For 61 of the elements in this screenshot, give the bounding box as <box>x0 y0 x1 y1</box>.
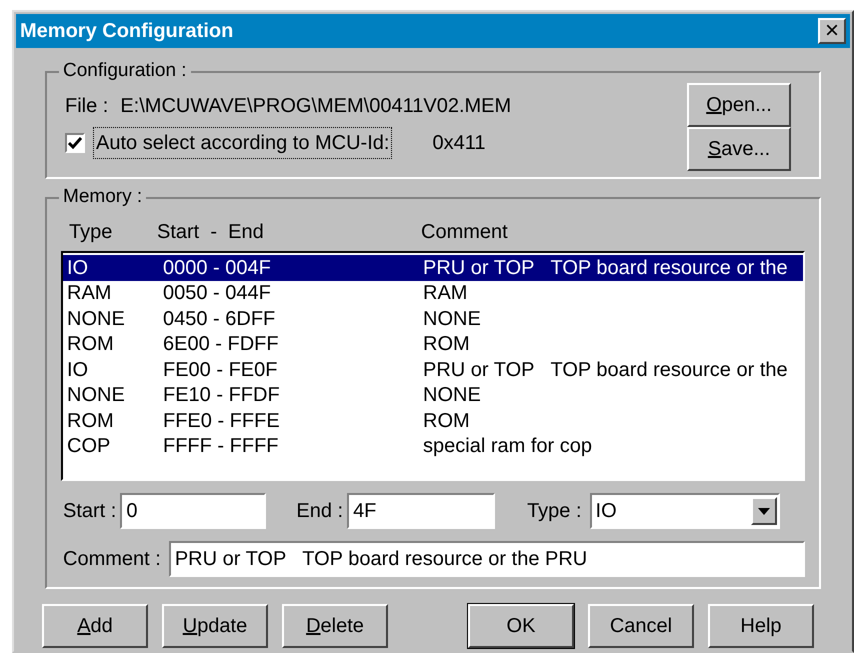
column-header: Type <box>68 220 114 245</box>
checkbox[interactable] <box>65 133 85 153</box>
check-icon <box>68 137 82 149</box>
comment-label: Comment : <box>62 547 161 572</box>
checkbox-label[interactable]: Auto select according to MCU-Id: <box>93 127 392 159</box>
type-cell-text: NONE <box>66 306 126 332</box>
comment-cell-text: PRU or TOP TOP board resource or the <box>423 256 788 281</box>
comment-cell-text: RAM <box>423 281 468 306</box>
range-cell-text: 0050 - 044F <box>163 281 272 306</box>
memory-row[interactable]: IO FE00 - FE0F PRU or TOP TOP board resource or the <box>63 357 803 382</box>
dialog-button[interactable]: Update <box>162 604 268 648</box>
dialog-button[interactable]: Save... <box>687 127 791 171</box>
range-cell-text: 0450 - 6DFF <box>163 306 276 332</box>
column-header: Comment <box>421 220 508 245</box>
memory-row[interactable]: RAM 0050 - 044F RAM <box>63 280 803 306</box>
memory-row[interactable]: ROM FFE0 - FFFE ROM <box>63 408 803 434</box>
close-button[interactable]: × <box>818 18 846 44</box>
range-cell-text: FFFF - FFFF <box>163 434 280 460</box>
start-field[interactable]: 0 <box>120 493 266 529</box>
type-cell-text: IO <box>66 256 90 281</box>
window-title: Memory Configuration <box>20 19 234 44</box>
type-cell-text: NONE <box>66 383 126 408</box>
memory-row[interactable]: ROM 6E00 - FDFF ROM <box>63 332 803 357</box>
comment-cell-text: ROM <box>423 408 470 434</box>
comment-cell-text: PRU or TOP TOP board resource or the <box>423 358 788 383</box>
type-cell-text: IO <box>66 358 90 383</box>
dialog-button[interactable]: Add <box>42 604 148 648</box>
memory-row[interactable]: NONE 0450 - 6DFF NONE <box>63 306 803 332</box>
comment-cell-text: NONE <box>423 306 481 332</box>
range-cell-text: 0000 - 004F <box>163 256 272 281</box>
comment-cell-text: ROM <box>423 332 470 358</box>
dialog-button[interactable]: OK <box>468 604 574 648</box>
column-header: Start - End <box>157 220 265 245</box>
mcu-id-value: 0x411 <box>432 131 486 156</box>
type-dropdown[interactable]: IO <box>590 493 780 529</box>
start-label: Start : <box>62 499 116 524</box>
dropdown-arrow-icon <box>758 508 770 514</box>
type-cell-text: ROM <box>66 408 115 434</box>
type-label: Type : <box>527 499 582 524</box>
type-cell-text: ROM <box>66 332 115 358</box>
comment-field[interactable]: PRU or TOP TOP board resource or the PRU <box>168 541 805 577</box>
dialog-button[interactable]: Open... <box>687 83 791 127</box>
memory-row[interactable]: IO 0000 - 004F PRU or TOP TOP board resource or the <box>63 255 803 280</box>
file-path: E:\MCUWAVE\PROG\MEM\00411V02.MEM <box>120 94 512 119</box>
end-field[interactable]: 4F <box>347 493 496 529</box>
file-label: File : <box>65 94 108 119</box>
end-label: End : <box>296 499 344 524</box>
group-legend: Configuration : <box>59 59 191 83</box>
comment-cell-text: NONE <box>423 383 481 408</box>
range-cell-text: FE10 - FFDF <box>163 383 281 408</box>
range-cell-text: FFE0 - FFFE <box>163 408 281 434</box>
range-cell-text: FE00 - FE0F <box>163 358 278 383</box>
type-cell-text: RAM <box>66 281 112 306</box>
comment-cell-text: special ram for cop <box>423 434 592 460</box>
type-cell-text: COP <box>66 434 112 460</box>
range-cell-text: 6E00 - FDFF <box>163 332 280 358</box>
memory-row[interactable]: COP FFFF - FFFF special ram for cop <box>63 434 803 459</box>
dialog-button[interactable]: Help <box>708 604 814 648</box>
dialog-button[interactable]: Cancel <box>588 604 694 648</box>
memory-row[interactable]: NONE FE10 - FFDF NONE <box>63 382 803 408</box>
dialog-button[interactable]: Delete <box>282 604 388 648</box>
